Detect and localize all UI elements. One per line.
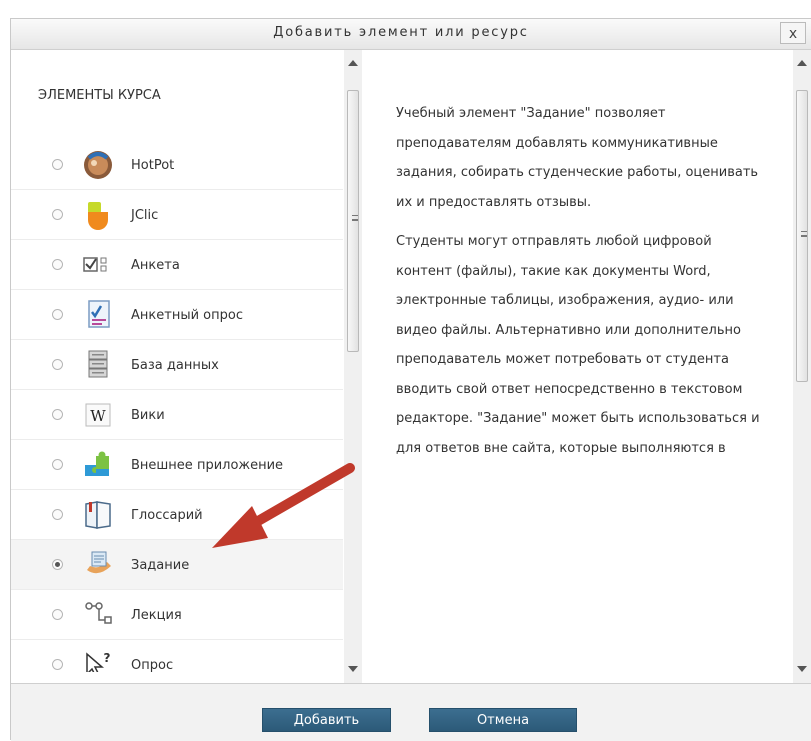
- close-button[interactable]: x: [780, 22, 806, 44]
- choice-icon: ?: [86, 651, 111, 672]
- scroll-up-icon[interactable]: [797, 60, 807, 66]
- activity-item-external-tool[interactable]: Внешнее приложение: [11, 440, 343, 490]
- grip-icon: [801, 231, 807, 237]
- radio-button[interactable]: [52, 609, 63, 620]
- activity-item-glossary[interactable]: Глоссарий: [11, 490, 343, 540]
- section-title: ЭЛЕМЕНТЫ КУРСА: [38, 88, 161, 103]
- hotpot-icon: [84, 151, 112, 179]
- activity-label: Анкета: [131, 258, 180, 273]
- activity-list-scrollbar[interactable]: [344, 50, 362, 683]
- activity-item-lesson[interactable]: Лекция: [11, 590, 343, 640]
- scroll-down-icon[interactable]: [348, 666, 358, 672]
- jclic-icon: [88, 202, 108, 230]
- activity-item-wiki[interactable]: W Вики: [11, 390, 343, 440]
- description-scrollbar[interactable]: [793, 50, 811, 683]
- activity-description: Учебный элемент "Задание" позволяет преп…: [396, 99, 771, 473]
- dialog-titlebar[interactable]: Добавить элемент или ресурс x: [11, 19, 811, 50]
- wiki-icon: W: [85, 403, 111, 427]
- activity-label: Опрос: [131, 658, 174, 672]
- scroll-up-icon[interactable]: [348, 60, 358, 66]
- radio-button[interactable]: [52, 409, 63, 420]
- activity-item-assignment[interactable]: Задание: [11, 540, 343, 590]
- radio-button[interactable]: [52, 509, 63, 520]
- cancel-button[interactable]: Отмена: [429, 708, 577, 732]
- activity-label: JClic: [131, 208, 159, 223]
- database-icon: [88, 350, 108, 378]
- activity-label: База данных: [131, 358, 219, 373]
- assignment-icon: [87, 551, 111, 574]
- activity-item-choice[interactable]: ? Опрос: [11, 640, 343, 672]
- radio-button[interactable]: [52, 659, 63, 670]
- activity-item-questionnaire[interactable]: Анкетный опрос: [11, 290, 343, 340]
- radio-button-selected[interactable]: [52, 559, 63, 570]
- svg-text:W: W: [90, 407, 106, 425]
- activity-label: Анкетный опрос: [131, 308, 243, 323]
- radio-button[interactable]: [52, 459, 63, 470]
- radio-button[interactable]: [52, 259, 63, 270]
- scrollbar-thumb[interactable]: [347, 90, 359, 352]
- activity-item-jclic[interactable]: JClic: [11, 190, 343, 240]
- radio-button[interactable]: [52, 209, 63, 220]
- scroll-down-icon[interactable]: [797, 666, 807, 672]
- grip-icon: [352, 215, 358, 221]
- activity-label: Лекция: [131, 608, 182, 623]
- dialog-footer: Добавить Отмена: [11, 683, 811, 741]
- activity-list-panel: ЭЛЕМЕНТЫ КУРСА HotPot JClic Анкета Анкет…: [11, 50, 343, 672]
- activity-label: Глоссарий: [131, 508, 203, 523]
- activity-label: Внешнее приложение: [131, 458, 284, 473]
- svg-text:?: ?: [104, 651, 111, 665]
- add-button[interactable]: Добавить: [262, 708, 391, 732]
- survey-icon: [83, 257, 107, 272]
- questionnaire-icon: [88, 300, 110, 328]
- radio-button[interactable]: [52, 309, 63, 320]
- description-paragraph: Студенты могут отправлять любой цифровой…: [396, 234, 760, 456]
- activity-item-hotpot[interactable]: HotPot: [11, 140, 343, 190]
- activity-item-database[interactable]: База данных: [11, 340, 343, 390]
- activity-label: Задание: [131, 558, 190, 573]
- add-activity-dialog: Добавить элемент или ресурс x ЭЛЕМЕНТЫ К…: [10, 18, 811, 741]
- dialog-title: Добавить элемент или ресурс: [273, 25, 529, 40]
- activity-label: HotPot: [131, 158, 175, 173]
- activity-item-survey[interactable]: Анкета: [11, 240, 343, 290]
- puzzle-icon: [85, 451, 109, 476]
- lesson-icon: [85, 602, 112, 624]
- scrollbar-thumb[interactable]: [796, 90, 808, 382]
- glossary-icon: [85, 501, 111, 529]
- activity-label: Вики: [131, 408, 165, 423]
- description-paragraph: Учебный элемент "Задание" позволяет преп…: [396, 106, 759, 210]
- radio-button[interactable]: [52, 359, 63, 370]
- radio-button[interactable]: [52, 159, 63, 170]
